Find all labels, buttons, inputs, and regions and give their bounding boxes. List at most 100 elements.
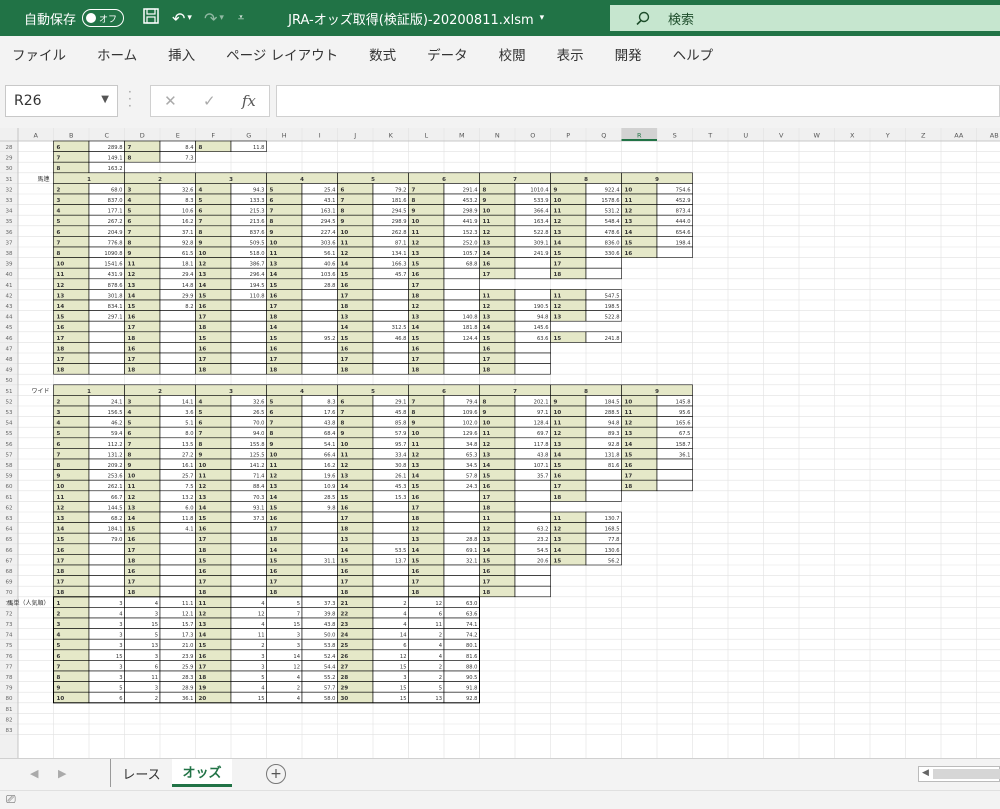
key-cell-text: 15 [199, 293, 207, 299]
menu-developer[interactable]: 開発 [615, 44, 642, 64]
value-cell [301, 299, 338, 311]
value-cell [88, 342, 125, 354]
value-cell [372, 352, 409, 364]
value-cell-text: 654.6 [676, 230, 691, 236]
row-header: 61 [6, 495, 13, 501]
value-cell-text: 12 [435, 601, 442, 607]
key-cell-text: 11 [57, 272, 65, 278]
value-cell-text: 16.1 [182, 463, 194, 469]
value-cell [88, 352, 125, 364]
worksheet-grid[interactable]: ABCDEFGHIJKLMNOPQRSTUVWXYZAAABAC28293031… [0, 128, 1000, 758]
value-cell [443, 490, 480, 502]
undo-dropdown-icon[interactable]: ▾ [187, 13, 192, 23]
scroll-left-icon[interactable]: ◀ [922, 768, 929, 778]
menu-formulas[interactable]: 数式 [369, 44, 396, 64]
name-box[interactable]: R26 ▼ [5, 85, 118, 117]
value-cell [88, 320, 125, 333]
key-cell-text: 12 [412, 527, 420, 533]
key-cell-text: 16 [199, 654, 207, 660]
sheet-tab-odds[interactable]: オッズ [172, 759, 232, 787]
value-cell-text: 23.9 [182, 654, 194, 660]
key-cell-text: 15 [483, 558, 491, 564]
menu-help[interactable]: ヘルプ [673, 44, 714, 64]
chevron-down-icon[interactable]: ▼ [101, 94, 109, 105]
value-cell-text: 2 [439, 675, 442, 681]
key-cell-text: 9 [554, 187, 558, 193]
value-cell-text: 31.1 [324, 558, 336, 564]
value-cell-text: 55.2 [324, 675, 336, 681]
worksheet-canvas[interactable]: ABCDEFGHIJKLMNOPQRSTUVWXYZAAABAC28293031… [0, 128, 1000, 758]
key-cell-text: 10 [270, 452, 278, 458]
row-header: 33 [6, 198, 13, 204]
menu-data[interactable]: データ [427, 44, 468, 64]
menu-page-layout[interactable]: ページ レイアウト [226, 44, 338, 64]
value-cell-text: 181.8 [463, 325, 478, 331]
key-cell-text: 11 [128, 262, 136, 268]
add-sheet-icon[interactable]: + [266, 764, 286, 784]
key-cell-text: 14 [270, 548, 278, 554]
redo-dropdown-icon[interactable]: ▾ [219, 13, 224, 23]
value-cell [585, 257, 622, 269]
value-cell [585, 490, 622, 502]
key-cell-text: 16 [270, 293, 278, 299]
value-cell [372, 363, 409, 375]
horizontal-scrollbar[interactable]: ◀ [918, 766, 1000, 782]
value-cell [443, 363, 480, 375]
undo-icon[interactable]: ↶ [172, 9, 185, 28]
value-cell [585, 267, 622, 280]
key-cell-text: 18 [412, 368, 420, 374]
search-box[interactable]: 検索 [610, 5, 1000, 31]
sheet-scroll-right-icon[interactable]: ▶ [58, 767, 66, 780]
key-cell-text: 17 [270, 357, 278, 363]
key-cell-text: 15 [341, 558, 349, 564]
value-cell [372, 532, 409, 545]
key-cell-text: 18 [341, 304, 349, 310]
save-icon[interactable] [142, 7, 160, 29]
menu-file[interactable]: ファイル [12, 44, 66, 64]
row-header: 67 [6, 558, 13, 564]
column-header: H [282, 132, 287, 140]
value-cell [372, 299, 409, 311]
key-cell-text: 11 [270, 463, 278, 469]
value-cell-text: 294.5 [321, 219, 336, 225]
macro-record-icon[interactable]: ⎚ [6, 792, 16, 807]
key-cell-text: 15 [341, 336, 349, 342]
value-cell-text: 90.5 [466, 675, 478, 681]
function-icon[interactable]: fx [242, 92, 256, 110]
sheet-tab-race[interactable]: レース [110, 759, 172, 787]
file-name[interactable]: JRA-オッズ取得(検証版)-20200811.xlsm [288, 9, 534, 28]
row-header: 58 [6, 463, 13, 469]
menu-review[interactable]: 校閲 [499, 44, 526, 64]
value-cell-text: 68.4 [324, 431, 336, 437]
customize-toolbar-icon[interactable]: ⩡ [238, 11, 244, 25]
value-cell-text: 37.3 [324, 601, 336, 607]
redo-icon[interactable]: ↷ [204, 9, 217, 28]
key-cell-text: 17 [199, 315, 207, 321]
file-name-dropdown-icon[interactable]: ▾ [540, 13, 545, 23]
autosave-toggle[interactable]: オフ [82, 9, 125, 27]
sheet-scroll-left-icon[interactable]: ◀ [30, 767, 38, 780]
formula-input[interactable] [276, 85, 1000, 117]
value-cell [88, 543, 125, 555]
menu-view[interactable]: 表示 [557, 44, 584, 64]
value-cell-text: 836.0 [605, 240, 620, 246]
key-cell-text: 14 [483, 463, 491, 469]
value-cell-text: 241.9 [534, 251, 549, 257]
menu-insert[interactable]: 挿入 [168, 44, 195, 64]
value-cell [514, 511, 551, 523]
key-cell-text: 14 [625, 230, 633, 236]
value-cell-text: 92.8 [182, 240, 194, 246]
value-cell-text: 74.2 [466, 633, 478, 639]
key-cell-text: 10 [199, 251, 207, 257]
value-cell-text: 54.5 [537, 548, 549, 554]
menu-home[interactable]: ホーム [97, 44, 137, 64]
value-cell-text: 547.5 [605, 293, 620, 299]
confirm-icon[interactable]: ✓ [203, 92, 216, 110]
formula-bar-grip[interactable]: · · · [128, 86, 132, 112]
scroll-thumb[interactable] [933, 769, 1000, 779]
key-cell-text: 15 [554, 336, 562, 342]
value-cell [230, 575, 267, 587]
value-cell-text: 94.8 [537, 315, 549, 321]
cancel-icon[interactable]: ✕ [164, 92, 177, 110]
key-cell-text: 15 [554, 251, 562, 257]
